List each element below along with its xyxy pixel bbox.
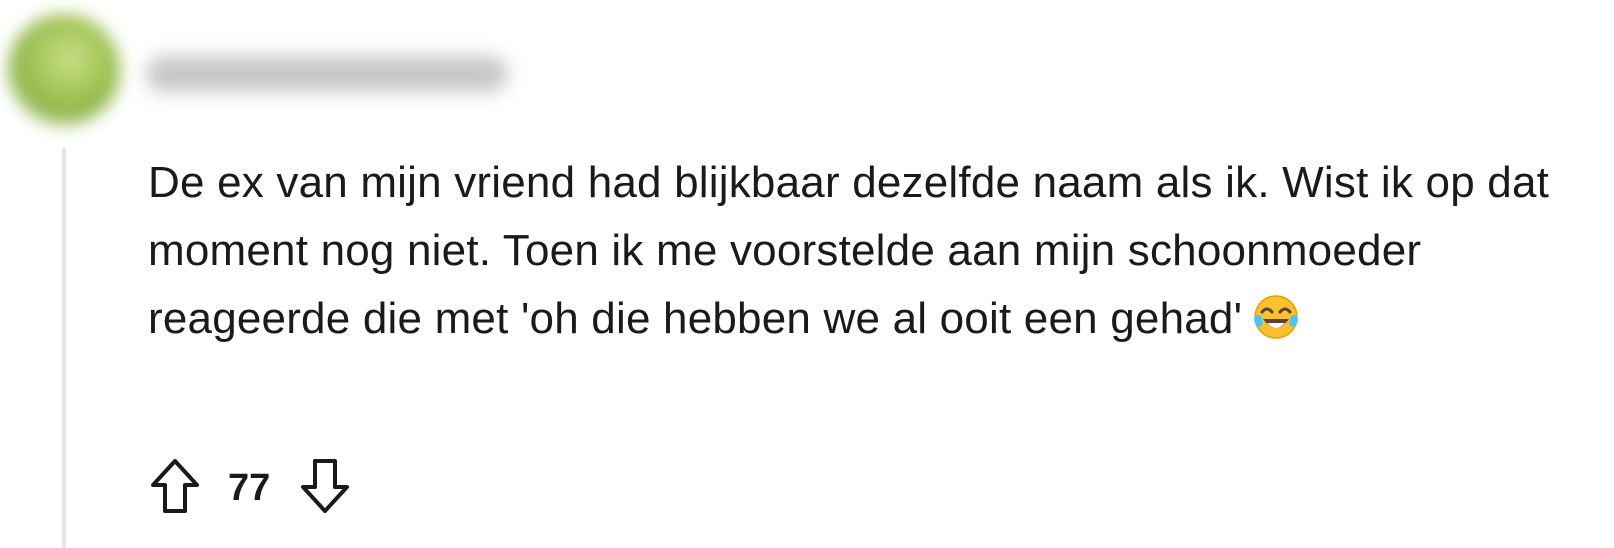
thread-line[interactable]	[62, 148, 66, 548]
comment: De ex van mijn vriend had blijkbaar deze…	[0, 0, 1614, 548]
author-name[interactable]	[146, 56, 508, 92]
comment-body: De ex van mijn vriend had blijkbaar deze…	[148, 149, 1610, 361]
downvote-arrow-icon	[300, 458, 350, 519]
vote-bar: 77	[148, 456, 352, 520]
downvote-button[interactable]	[298, 458, 352, 518]
comment-text: De ex van mijn vriend had blijkbaar deze…	[148, 158, 1550, 343]
upvote-arrow-icon	[150, 458, 200, 519]
face-with-tears-of-joy-icon	[1252, 295, 1300, 351]
vote-count: 77	[228, 466, 271, 509]
avatar[interactable]	[8, 14, 120, 126]
upvote-button[interactable]	[148, 458, 202, 518]
